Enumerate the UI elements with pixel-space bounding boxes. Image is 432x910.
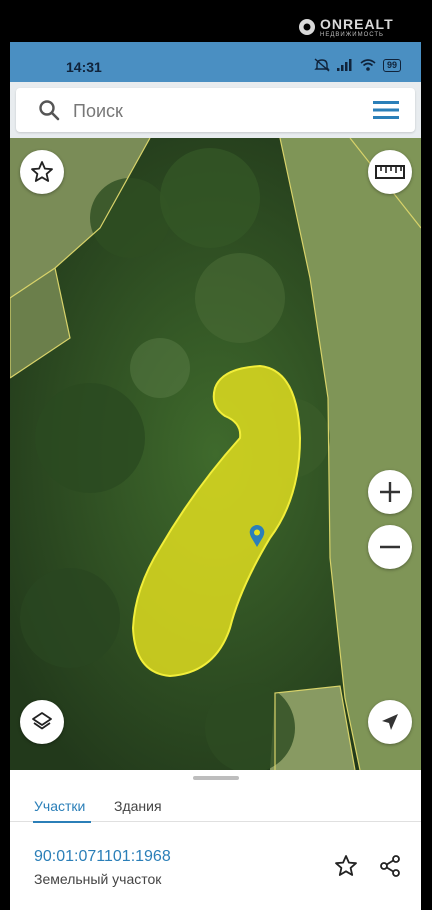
- status-icons: 99: [314, 58, 401, 72]
- battery-level: 99: [382, 58, 401, 72]
- favorite-map-button[interactable]: [20, 150, 64, 194]
- watermark: ONREALT НЕДВИЖИМОСТЬ: [298, 16, 394, 38]
- zoom-out-button[interactable]: [368, 525, 412, 569]
- search-box[interactable]: Поиск: [16, 88, 415, 132]
- selected-parcel-shape[interactable]: [10, 138, 421, 770]
- cadastral-number[interactable]: 90:01:071101:1968: [34, 848, 171, 866]
- minus-icon: [380, 545, 400, 549]
- zoom-in-button[interactable]: [368, 470, 412, 514]
- ruler-icon: [375, 165, 405, 179]
- share-icon: [380, 855, 400, 877]
- parcel-type-label: Земельный участок: [34, 871, 162, 887]
- active-tab-indicator: [33, 821, 91, 823]
- ruler-button[interactable]: [368, 150, 412, 194]
- map-pin-icon[interactable]: [248, 524, 266, 548]
- star-icon: [31, 161, 53, 182]
- watermark-text: ONREALT: [320, 16, 394, 32]
- mute-icon: [314, 58, 330, 72]
- object-type-tabs: Участки Здания: [10, 784, 421, 823]
- signal-icon: [336, 59, 352, 71]
- plus-icon: [380, 482, 400, 502]
- phone-screen: 14:31 99 Поиск Участки Здания 90:01:0711…: [10, 42, 421, 910]
- hamburger-menu-icon[interactable]: [373, 100, 399, 125]
- layers-button[interactable]: [20, 700, 64, 744]
- parcel-info-sheet: Участки Здания 90:01:071101:1968 Земельн…: [10, 770, 421, 910]
- watermark-logo-icon: [299, 19, 315, 35]
- star-icon: [335, 855, 357, 876]
- share-button[interactable]: [374, 850, 406, 882]
- watermark-subtext: НЕДВИЖИМОСТЬ: [320, 32, 384, 38]
- navigation-arrow-icon: [382, 714, 398, 730]
- search-input[interactable]: Поиск: [73, 101, 123, 122]
- search-icon[interactable]: [38, 99, 60, 126]
- tab-parcels[interactable]: Участки: [34, 798, 85, 814]
- my-location-button[interactable]: [368, 700, 412, 744]
- layers-icon: [32, 712, 52, 730]
- status-bar: 14:31 99: [10, 42, 421, 82]
- wifi-icon: [360, 59, 376, 71]
- sheet-drag-handle[interactable]: [193, 776, 239, 780]
- favorite-parcel-button[interactable]: [330, 850, 362, 882]
- tab-buildings[interactable]: Здания: [114, 798, 162, 814]
- search-bar: Поиск: [10, 82, 421, 138]
- status-time: 14:31: [66, 59, 102, 75]
- satellite-map[interactable]: [10, 138, 421, 770]
- screen-frame: ONREALT НЕДВИЖИМОСТЬ 14:31 99 Поиск Учас…: [0, 0, 432, 910]
